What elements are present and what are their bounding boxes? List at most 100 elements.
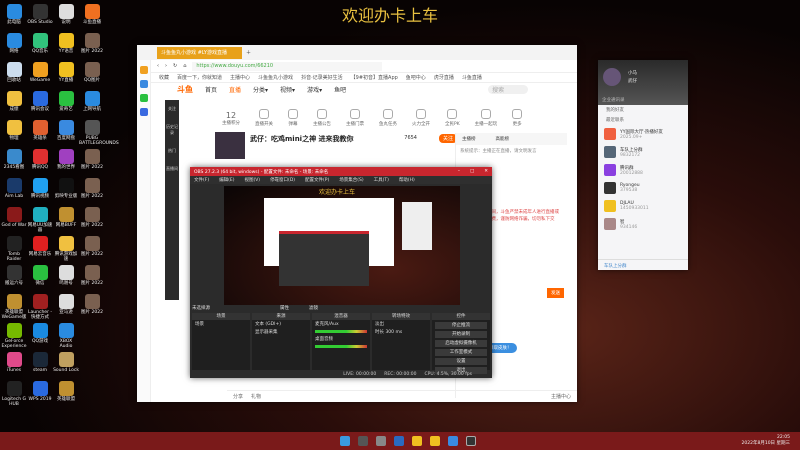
room-tool[interactable]: 全民PK: [445, 109, 460, 127]
menu-item[interactable]: 停靠窗口(D): [270, 177, 295, 183]
desktop-icon[interactable]: Tomb Raider: [1, 236, 27, 262]
bookmark[interactable]: 斗鱼直播: [462, 74, 482, 81]
desktop-icon[interactable]: 图片 2022: [79, 294, 105, 315]
desktop-icon[interactable]: 剪映专业版: [53, 178, 79, 199]
source-item[interactable]: 显示器采集: [252, 328, 310, 336]
contact-item[interactable]: 智 934146: [598, 215, 688, 233]
start-icon[interactable]: [340, 436, 350, 446]
control-button[interactable]: 启动虚拟摄像机: [435, 340, 487, 347]
desktop-icon[interactable]: 腾讯QQ: [27, 149, 53, 170]
obs-preview[interactable]: 欢迎办卡上车: [224, 186, 460, 305]
nav-item[interactable]: 游戏▾: [307, 85, 322, 94]
desktop-icon[interactable]: 爱奇艺: [53, 91, 79, 112]
desktop-icon[interactable]: 说明: [53, 4, 79, 25]
bookmark[interactable]: 鱼吧中心: [406, 74, 426, 81]
desktop-icon[interactable]: 微信: [27, 265, 53, 286]
yy-icon[interactable]: [412, 436, 422, 446]
desktop-icon[interactable]: YY语音: [53, 33, 79, 54]
douyu-sidebar-item[interactable]: 关注: [165, 100, 179, 118]
room-tool[interactable]: 弹幕: [288, 109, 298, 127]
user-avatar[interactable]: [603, 68, 621, 86]
desktop-icon[interactable]: Launcher - 快捷方式: [27, 294, 53, 320]
menu-item[interactable]: 场景集合(S): [339, 177, 363, 183]
nav-item[interactable]: 鱼吧: [334, 85, 346, 94]
bookmark[interactable]: 虎牙直播: [434, 74, 454, 81]
yy-live-icon[interactable]: [430, 436, 440, 446]
desktop-icon[interactable]: PUBG BATTLEGROUNDS: [79, 120, 119, 146]
minimize-button[interactable]: –: [458, 169, 460, 174]
qq-footer[interactable]: 车队上分群: [598, 259, 688, 270]
qq-icon[interactable]: [448, 436, 458, 446]
desktop-icon[interactable]: steam: [27, 352, 53, 373]
back-icon[interactable]: ‹: [157, 63, 159, 69]
control-button[interactable]: 工作室模式: [435, 349, 487, 356]
desktop-icon[interactable]: 腾讯会议: [27, 91, 53, 112]
scene-item[interactable]: 场景: [192, 320, 250, 328]
desktop-icon[interactable]: WPS 2019: [27, 381, 53, 402]
control-button[interactable]: 停止推流: [435, 322, 487, 329]
menu-item[interactable]: 配置文件(P): [305, 177, 329, 183]
maximize-button[interactable]: □: [470, 169, 474, 174]
desktop-icon[interactable]: GeForce Experience: [1, 323, 27, 349]
menu-item[interactable]: 视图(V): [244, 177, 260, 183]
desktop-icon[interactable]: 搬运六号: [1, 265, 27, 286]
control-button[interactable]: 设置: [435, 358, 487, 365]
desktop-icon[interactable]: 2345看图: [1, 149, 27, 170]
streamer-avatar[interactable]: [215, 132, 245, 159]
favorites-icon[interactable]: [140, 66, 148, 74]
game-icon[interactable]: [140, 108, 148, 116]
room-tool[interactable]: 鱼丸任务: [379, 109, 397, 127]
desktop-icon[interactable]: 腾讯视频: [27, 178, 53, 199]
history-icon[interactable]: [140, 80, 148, 88]
desktop-icon[interactable]: YY直播: [53, 62, 79, 83]
bookmark[interactable]: 斗鱼鱼丸小游戏: [258, 74, 293, 81]
desktop-icon[interactable]: Logitech G HUB: [1, 381, 27, 407]
forward-icon[interactable]: ›: [165, 63, 167, 69]
desktop-icon[interactable]: 英雄联盟WeGame版: [1, 294, 27, 320]
menu-item[interactable]: 文件(F): [194, 177, 209, 183]
desktop-icon[interactable]: 图片 2022: [79, 207, 105, 228]
properties-button[interactable]: 属性: [280, 305, 289, 311]
system-tray[interactable]: 22:05 2022年8月10日 星期三: [742, 435, 790, 447]
contact-item[interactable]: DJLAU 1450933011: [598, 197, 688, 215]
douyu-sidebar-item[interactable]: 直播间: [165, 160, 179, 178]
desktop-icon[interactable]: 英雄杀: [27, 120, 53, 141]
room-tool[interactable]: 直播开关: [255, 109, 273, 127]
desktop-icon[interactable]: 网络: [1, 33, 27, 54]
new-tab-button[interactable]: ＋: [246, 49, 251, 56]
desktop-icon[interactable]: WeGame: [27, 62, 53, 83]
close-button[interactable]: ✕: [484, 169, 488, 174]
desktop-icon[interactable]: QQ图片: [79, 62, 105, 83]
contact-item[interactable]: Ryongeu 379538: [598, 179, 688, 197]
desktop-icon[interactable]: 成绩: [1, 91, 27, 112]
task-view-icon[interactable]: [376, 436, 386, 446]
home-icon[interactable]: ⌂: [183, 63, 186, 69]
send-button[interactable]: 发送: [547, 288, 564, 298]
room-tool[interactable]: 12 主播积分: [222, 111, 240, 126]
desktop-icon[interactable]: OBS Studio: [27, 4, 53, 25]
desktop-icon[interactable]: QQ音乐: [27, 33, 53, 54]
desktop-icon[interactable]: 鸣谢号: [53, 265, 79, 286]
tab-anchor-rank[interactable]: 主播榜: [462, 136, 476, 142]
source-item[interactable]: 文本 (GDI+): [252, 320, 310, 328]
contact-item[interactable]: 腾讯群 20012888: [598, 161, 688, 179]
nav-item[interactable]: 视频▾: [280, 85, 295, 94]
anchor-center-link[interactable]: 主播中心: [551, 393, 577, 400]
contact-item[interactable]: YY国际大厅·热播好友 2025.09+: [598, 125, 688, 143]
desktop-icon[interactable]: 此电脑: [1, 4, 27, 25]
site-search-input[interactable]: 搜索: [488, 84, 529, 94]
desktop-icon[interactable]: 图片 2022: [79, 178, 105, 199]
desktop-icon[interactable]: 网易UU加速器: [27, 207, 53, 233]
douyu-logo[interactable]: 斗鱼: [177, 84, 193, 95]
bookmark[interactable]: 抖音·记录美好生活: [301, 74, 343, 81]
desktop-icon[interactable]: XBOX Audio: [53, 323, 79, 349]
bookmark[interactable]: 百度一下，你就知道: [177, 74, 222, 81]
desktop-icon[interactable]: God of War: [1, 207, 27, 228]
desktop-icon[interactable]: 回收站: [1, 62, 27, 83]
desktop-icon[interactable]: 我的世界: [53, 149, 79, 170]
douyu-sidebar-item[interactable]: 热门: [165, 142, 179, 160]
desktop-icon[interactable]: Aim Lab: [1, 178, 27, 199]
room-tool[interactable]: 主播门票: [346, 109, 364, 127]
browser-tab[interactable]: 斗鱼鱼丸小游戏 #LY游戏直播: [157, 46, 242, 59]
filters-button[interactable]: 滤镜: [309, 305, 318, 311]
